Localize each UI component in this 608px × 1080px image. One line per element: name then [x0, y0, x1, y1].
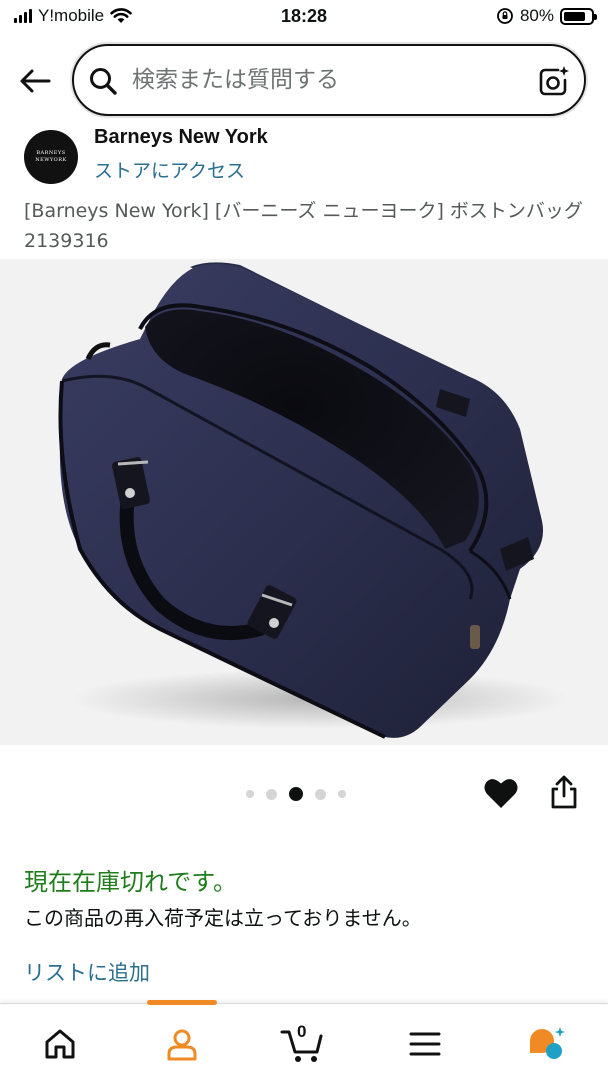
search-icon [90, 68, 117, 95]
active-tab-indicator [147, 1000, 217, 1005]
nav-menu[interactable] [403, 1022, 447, 1066]
pager-dot[interactable] [338, 790, 346, 798]
product-photo-boston-bag [58, 262, 570, 739]
brand-logo-line1: BARNEYS [36, 150, 66, 156]
back-arrow-icon [20, 69, 51, 93]
product-image[interactable] [0, 259, 608, 745]
share-icon[interactable] [548, 774, 580, 810]
add-to-list-link[interactable]: リストに追加 [24, 957, 150, 987]
pager-dot[interactable] [266, 788, 277, 800]
status-right: 80% [496, 6, 597, 26]
battery-level [564, 11, 585, 21]
pager-dot[interactable] [246, 790, 254, 798]
orientation-lock-icon [497, 8, 513, 24]
brand-logo[interactable]: BARNEYS NEWYORK [24, 130, 78, 184]
bottom-navigation: 0 [0, 1000, 608, 1080]
nav-home[interactable] [38, 1022, 82, 1066]
nav-cart[interactable]: 0 [280, 1022, 324, 1066]
back-button[interactable] [16, 62, 54, 100]
pager-dot[interactable] [315, 788, 326, 800]
status-bar: Y!mobile 18:28 80% [0, 0, 608, 34]
visit-store-link[interactable]: ストアにアクセス [94, 156, 245, 183]
rufus-assistant-icon [530, 1027, 565, 1059]
account-icon [167, 1029, 197, 1061]
product-title: [Barneys New York] [バーニーズ ニューヨーク] ボストンバッ… [24, 200, 583, 252]
brand-section: BARNEYS NEWYORK Barneys New York ストアにアクセ… [24, 126, 584, 186]
menu-icon [409, 1032, 441, 1056]
battery-percent: 80% [519, 6, 554, 25]
heart-icon[interactable] [483, 776, 519, 810]
nav-account[interactable] [160, 1022, 204, 1066]
camera-search-icon[interactable] [536, 64, 570, 98]
brand-name: Barneys New York [94, 126, 268, 148]
image-pager [246, 787, 346, 801]
search-bar[interactable] [72, 44, 586, 116]
stock-status: 現在在庫切れです。 [24, 868, 237, 896]
cart-count-badge: 0 [297, 1022, 307, 1041]
brand-logo-line2: NEWYORK [35, 157, 67, 163]
search-input[interactable] [132, 60, 512, 100]
nav-rufus[interactable] [524, 1022, 568, 1066]
home-icon [45, 1029, 75, 1059]
search-header [0, 40, 608, 120]
pager-dot-active[interactable] [289, 787, 303, 801]
battery-icon [560, 7, 597, 25]
restock-message: この商品の再入荷予定は立っておりません。 [24, 906, 422, 930]
